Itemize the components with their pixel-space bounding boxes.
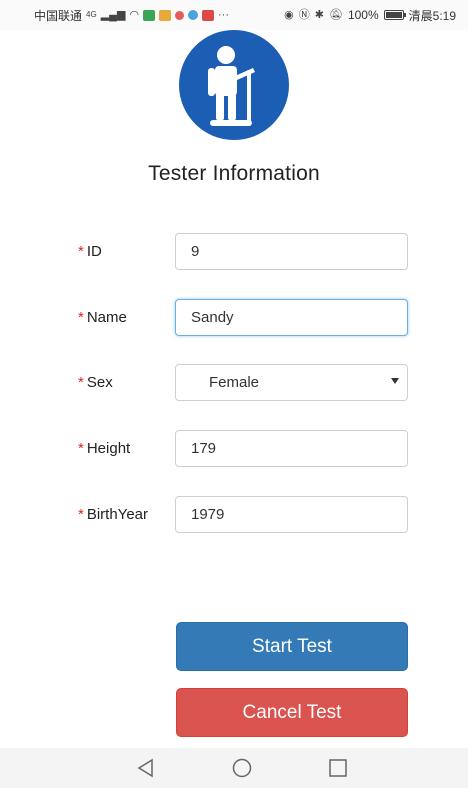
status-bar-right: ◉ Ⓝ ✱ 🔕︎ 100% 清晨5:19 (284, 7, 456, 24)
bluetooth-icon: ✱ (314, 9, 324, 21)
birth-year-input[interactable] (175, 496, 408, 533)
clock: 清晨5:19 (408, 8, 456, 23)
app-notification-icon (175, 10, 185, 20)
network-type: 4G (86, 10, 97, 19)
battery-percent: 100% (347, 8, 379, 22)
id-input[interactable] (175, 233, 408, 270)
nfc-icon: Ⓝ (298, 9, 310, 21)
square-recents-icon[interactable] (326, 756, 350, 780)
wifi-icon: ◠ (129, 9, 140, 21)
sex-label: * Sex (78, 374, 113, 391)
status-bar-left: 中国联通 4G ▂▄▆ ◠ ··· (34, 7, 229, 24)
page-title: Tester Information (148, 162, 320, 185)
height-input[interactable] (175, 430, 408, 467)
name-label: * Name (78, 309, 127, 326)
mute-icon: 🔕︎ (328, 9, 343, 21)
status-bar: 中国联通 4G ▂▄▆ ◠ ··· ◉ Ⓝ ✱ 🔕︎ 100% 清晨5:19 (0, 0, 468, 30)
required-mark: * (78, 440, 84, 457)
start-test-button[interactable]: Start Test (176, 622, 408, 671)
form-row-id: * ID (78, 233, 408, 271)
form-row-height: * Height (78, 430, 408, 468)
app-notification-icon (202, 9, 215, 21)
required-mark: * (78, 309, 84, 326)
system-navigation-bar (0, 748, 468, 788)
id-label: * ID (78, 243, 102, 260)
cancel-test-button[interactable]: Cancel Test (176, 688, 408, 737)
sex-select[interactable]: Female (175, 364, 408, 401)
carrier-name: 中国联通 (34, 8, 83, 23)
app-notification-icon (188, 10, 199, 20)
sex-selected-value: Female (209, 374, 260, 391)
name-input[interactable] (175, 299, 408, 336)
required-mark: * (78, 374, 84, 391)
app-notification-icon (159, 9, 172, 21)
form-row-name: * Name (78, 299, 408, 337)
form-row-sex: * Sex Female (78, 364, 408, 402)
battery-icon (383, 10, 406, 20)
app-notification-icon (143, 9, 156, 21)
more-notifications-icon: ··· (218, 9, 230, 21)
chevron-down-icon (391, 378, 399, 384)
circle-home-icon[interactable] (230, 756, 254, 780)
birth-year-label: * BirthYear (78, 506, 148, 523)
standing-person-with-cane-icon (179, 30, 289, 140)
signal-icon: ▂▄▆ (100, 9, 126, 21)
triangle-back-icon[interactable] (134, 756, 158, 780)
required-mark: * (78, 243, 84, 260)
height-label: * Height (78, 440, 131, 457)
form-row-birth-year: * BirthYear (78, 496, 408, 534)
required-mark: * (78, 506, 84, 523)
eye-icon: ◉ (284, 9, 294, 21)
